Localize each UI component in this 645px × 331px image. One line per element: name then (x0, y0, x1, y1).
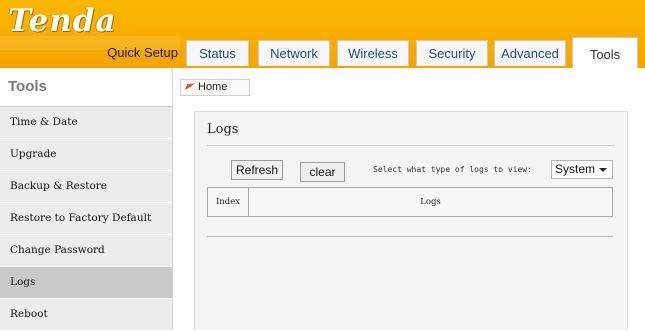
home-arrow-icon (185, 83, 195, 90)
sidebar-item-upgrade[interactable]: Upgrade (0, 139, 172, 171)
refresh-button[interactable]: Refresh (231, 160, 283, 180)
log-type-label: Select what type of logs to view: (373, 165, 532, 174)
sidebar-item-logs[interactable]: Logs (0, 267, 172, 299)
log-type-select[interactable]: System (551, 160, 613, 179)
sidebar: Tools Time & Date Upgrade Backup & Resto… (0, 68, 173, 331)
tab-network[interactable]: Network (258, 40, 330, 66)
column-header-index: Index (208, 188, 249, 216)
sidebar-item-factory-default[interactable]: Restore to Factory Default (0, 203, 172, 235)
title-divider (207, 145, 615, 146)
breadcrumb-home[interactable]: Home (180, 79, 250, 96)
tab-tools[interactable]: Tools (572, 37, 638, 68)
clear-button[interactable]: clear (300, 162, 345, 182)
sidebar-title: Tools (0, 68, 172, 107)
tab-quick-setup[interactable]: Quick Setup (98, 40, 178, 66)
header-bar: Tenda Quick Setup Status Network Wireles… (0, 0, 645, 68)
tenda-logo: Tenda (8, 3, 117, 39)
sidebar-item-time-date[interactable]: Time & Date (0, 107, 172, 139)
logs-table: Index Logs (207, 187, 613, 217)
tab-security[interactable]: Security (416, 40, 488, 66)
sidebar-item-reboot[interactable]: Reboot (0, 299, 172, 331)
sidebar-item-backup-restore[interactable]: Backup & Restore (0, 171, 172, 203)
tab-status[interactable]: Status (186, 40, 249, 66)
logs-panel: Logs Refresh clear Select what type of l… (194, 111, 628, 330)
sidebar-item-change-password[interactable]: Change Password (0, 235, 172, 267)
tab-wireless[interactable]: Wireless (337, 40, 409, 66)
log-type-value: System (555, 162, 596, 176)
column-header-logs: Logs (420, 197, 441, 207)
breadcrumb-label: Home (198, 81, 228, 93)
table-divider (207, 236, 613, 237)
tab-advanced[interactable]: Advanced (494, 40, 566, 66)
dropdown-arrow-icon (599, 168, 607, 172)
page-title: Logs (207, 122, 239, 137)
